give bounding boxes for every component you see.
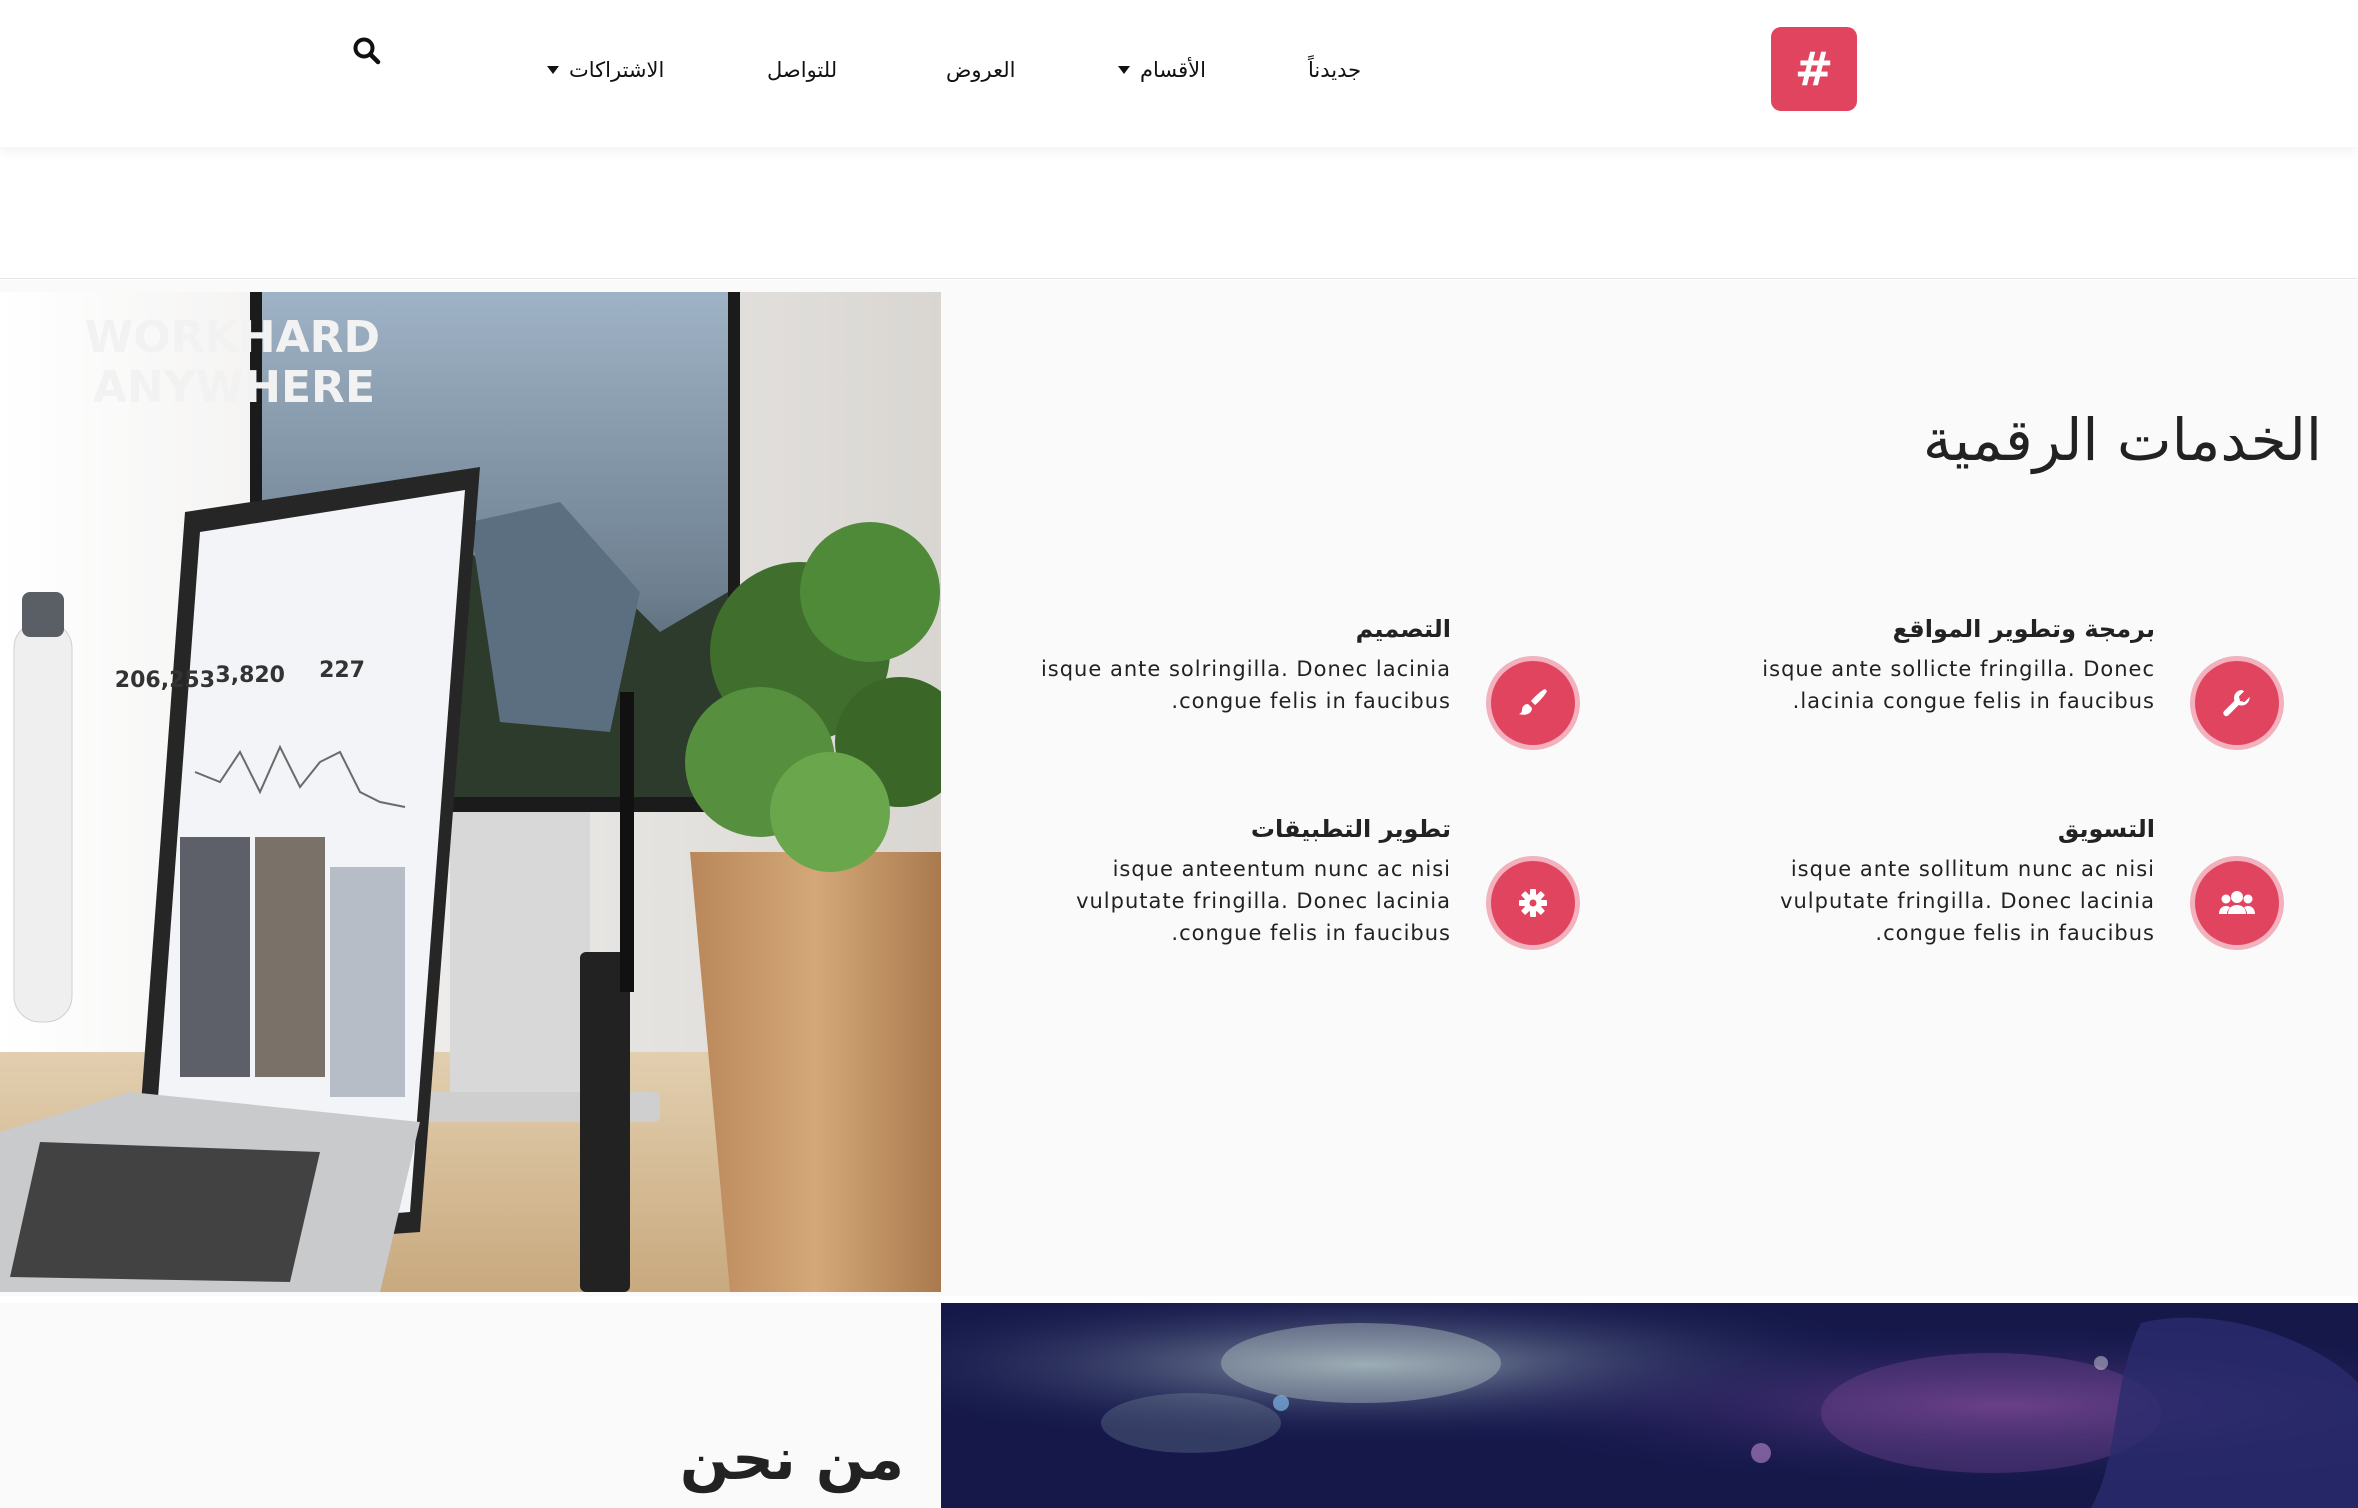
service-card-design: التصميم isque ante solringilla. Donec la…	[1015, 615, 1575, 817]
wrench-icon	[2223, 690, 2250, 717]
service-description: isque ante sollitum nunc ac nisi vulputa…	[1780, 857, 2155, 945]
about-section: من نحن	[0, 1303, 2358, 1508]
laptop-stat-1: 206,253	[115, 668, 215, 693]
service-icon-badge	[1491, 861, 1575, 945]
chevron-down-icon	[1118, 66, 1130, 74]
service-card-apps: تطوير التطبيقات isque anteentum nunc ac …	[1015, 815, 1575, 1017]
service-card-web: برمجة وتطوير المواقع isque ante sollicte…	[1719, 615, 2279, 817]
about-title: من نحن	[679, 1425, 904, 1493]
nav-item-new-label: جديدناً	[1308, 58, 1362, 82]
brand-logo[interactable]: #	[1771, 27, 1857, 111]
workspace-illustration: WORKHARD ANYWHERE 206,253 3,820 227	[0, 292, 941, 1292]
nav-item-contact[interactable]: للتواصل	[767, 52, 837, 88]
service-description: isque ante solringilla. Donec lacinia co…	[1040, 657, 1451, 713]
nav-item-sections[interactable]: الأقسام	[1118, 52, 1206, 88]
users-icon	[2219, 891, 2255, 914]
nav-item-new[interactable]: جديدناً	[1308, 52, 1361, 88]
services-title: الخدمات الرقمية	[1922, 406, 2322, 474]
nav-item-subscriptions-label: الاشتراكات	[569, 58, 665, 82]
brush-icon	[1519, 689, 1547, 715]
service-heading: تطوير التطبيقات	[1250, 815, 1451, 843]
gear-icon	[1519, 889, 1547, 917]
about-illustration	[941, 1303, 2358, 1508]
service-card-marketing: التسويق isque ante sollitum nunc ac nisi…	[1719, 815, 2279, 1017]
screen-text-line2: ANYWHERE	[93, 362, 375, 413]
nav-item-offers[interactable]: العروض	[946, 52, 1015, 88]
laptop-stat-2: 3,820	[215, 663, 285, 688]
nav-item-offers-label: العروض	[946, 58, 1016, 82]
chevron-down-icon	[547, 66, 559, 74]
search-icon	[353, 37, 381, 65]
service-heading: برمجة وتطوير المواقع	[1892, 615, 2155, 643]
search-button[interactable]	[346, 36, 382, 72]
service-heading: التسويق	[2057, 815, 2155, 843]
laptop-stat-3: 227	[319, 658, 365, 683]
spacer-band	[0, 147, 2358, 279]
service-description: isque anteentum nunc ac nisi vulputate f…	[1076, 857, 1451, 945]
nav-item-contact-label: للتواصل	[767, 58, 838, 82]
workspace-image: WORKHARD ANYWHERE 206,253 3,820 227	[0, 292, 941, 1292]
brand-symbol: #	[1794, 42, 1834, 96]
about-image	[941, 1303, 2358, 1508]
service-icon-badge	[2195, 661, 2279, 745]
screen-text-line1: WORKHARD	[85, 312, 380, 363]
nav-item-subscriptions[interactable]: الاشتراكات	[547, 52, 664, 88]
service-description: isque ante sollicte fringilla. Donec lac…	[1762, 657, 2155, 713]
nav-item-sections-label: الأقسام	[1140, 58, 1206, 82]
service-heading: التصميم	[1355, 615, 1451, 643]
service-icon-badge	[2195, 861, 2279, 945]
top-navbar: # جديدناً الأقسام العروض للتواصل الاشترا…	[0, 0, 2358, 147]
service-icon-badge	[1491, 661, 1575, 745]
services-section: WORKHARD ANYWHERE 206,253 3,820 227 الخد…	[0, 280, 2358, 1296]
